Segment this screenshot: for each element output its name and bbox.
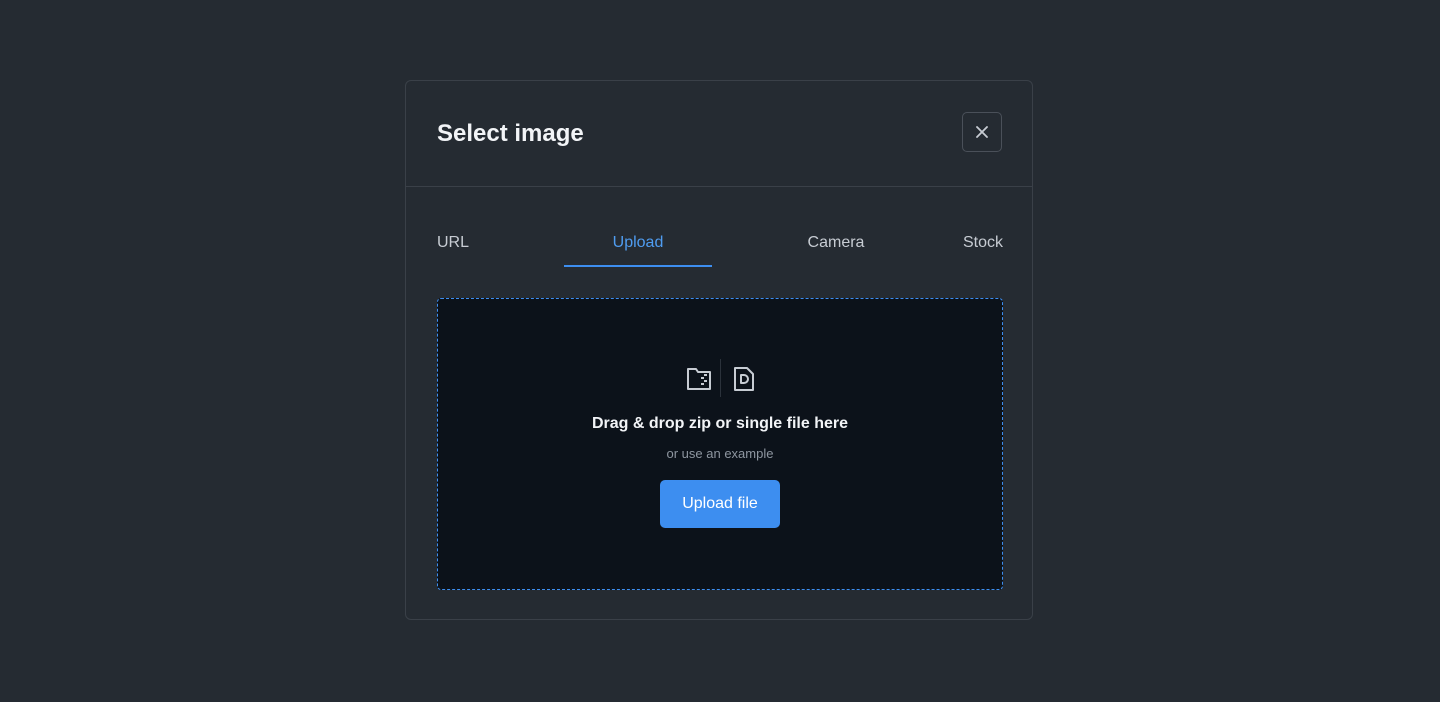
tab-url[interactable]: URL	[437, 227, 471, 267]
modal-header: Select image	[406, 81, 1032, 187]
tab-stock[interactable]: Stock	[951, 227, 1003, 267]
file-icon	[730, 365, 758, 393]
upload-file-button[interactable]: Upload file	[660, 480, 780, 528]
select-image-modal: Select image URL Upload Camera Stock Dra…	[405, 80, 1033, 620]
close-button[interactable]	[962, 112, 1002, 152]
tab-camera[interactable]: Camera	[790, 227, 882, 267]
dropzone-icons	[683, 359, 759, 397]
icon-divider	[720, 359, 721, 397]
folder-zip-icon	[685, 365, 713, 393]
use-example-link[interactable]: or use an example	[438, 445, 1002, 463]
active-tab-indicator	[564, 265, 712, 267]
tab-upload[interactable]: Upload	[564, 227, 712, 267]
file-dropzone[interactable]: Drag & drop zip or single file here or u…	[437, 298, 1003, 590]
dropzone-title: Drag & drop zip or single file here	[591, 415, 849, 432]
modal-title: Select image	[437, 120, 584, 147]
tab-bar: URL Upload Camera Stock	[437, 227, 1003, 267]
close-icon	[975, 125, 989, 139]
